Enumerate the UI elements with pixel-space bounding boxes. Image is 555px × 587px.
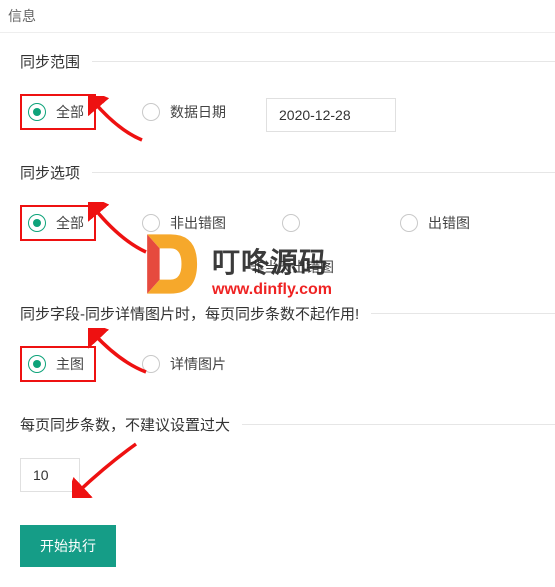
highlight-box-opts-all: 全部 bbox=[20, 205, 96, 241]
radio-icon bbox=[28, 355, 46, 373]
radio-label: 详情图片 bbox=[170, 354, 226, 374]
radio-label: 全部 bbox=[56, 213, 84, 233]
scope-legend: 同步范围 bbox=[20, 51, 92, 72]
date-input[interactable] bbox=[266, 98, 396, 132]
highlight-box-scope-all: 全部 bbox=[20, 94, 96, 130]
radio-icon bbox=[142, 355, 160, 373]
radio-scope-date[interactable]: 数据日期 bbox=[142, 102, 226, 122]
section-pagesize: 每页同步条数，不建议设置过大 bbox=[20, 414, 555, 493]
page-title: 信息 bbox=[0, 0, 555, 33]
submit-button[interactable]: 开始执行 bbox=[20, 525, 116, 567]
pagesize-input[interactable] bbox=[20, 458, 80, 492]
radio-opts-not-err[interactable]: 非出错图 bbox=[142, 213, 226, 233]
radio-label: 主图 bbox=[56, 354, 84, 374]
radio-icon bbox=[282, 214, 300, 232]
radio-label: 数据日期 bbox=[170, 102, 226, 122]
sync-form: 同步范围 全部 数据日期 同步选项 全部 bbox=[0, 51, 555, 587]
section-fields: 同步字段-同步详情图片时，每页同步条数不起作用! 主图 详情图片 bbox=[20, 303, 555, 388]
opt-not-today-err: 非当天出错图 bbox=[250, 259, 334, 275]
section-options: 同步选项 全部 非出错图 出错图 非当天出错图 bbox=[20, 162, 555, 277]
radio-icon bbox=[142, 214, 160, 232]
radio-label: 非出错图 bbox=[170, 213, 226, 233]
radio-fields-main[interactable]: 主图 bbox=[28, 354, 84, 374]
radio-label: 出错图 bbox=[428, 213, 470, 233]
radio-label: 全部 bbox=[56, 102, 84, 122]
radio-fields-detail[interactable]: 详情图片 bbox=[142, 354, 226, 374]
radio-opts-unlabeled[interactable] bbox=[282, 214, 310, 232]
fields-legend: 同步字段-同步详情图片时，每页同步条数不起作用! bbox=[20, 303, 371, 324]
radio-scope-all[interactable]: 全部 bbox=[28, 102, 84, 122]
submit-bar: 开始执行 bbox=[20, 519, 555, 587]
radio-opts-err[interactable]: 出错图 bbox=[400, 213, 470, 233]
pagesize-legend: 每页同步条数，不建议设置过大 bbox=[20, 414, 242, 435]
highlight-box-fields-main: 主图 bbox=[20, 346, 96, 382]
radio-icon bbox=[28, 103, 46, 121]
radio-icon bbox=[400, 214, 418, 232]
section-scope: 同步范围 全部 数据日期 bbox=[20, 51, 555, 136]
options-legend: 同步选项 bbox=[20, 162, 92, 183]
radio-icon bbox=[142, 103, 160, 121]
radio-icon bbox=[28, 214, 46, 232]
radio-opts-all[interactable]: 全部 bbox=[28, 213, 84, 233]
